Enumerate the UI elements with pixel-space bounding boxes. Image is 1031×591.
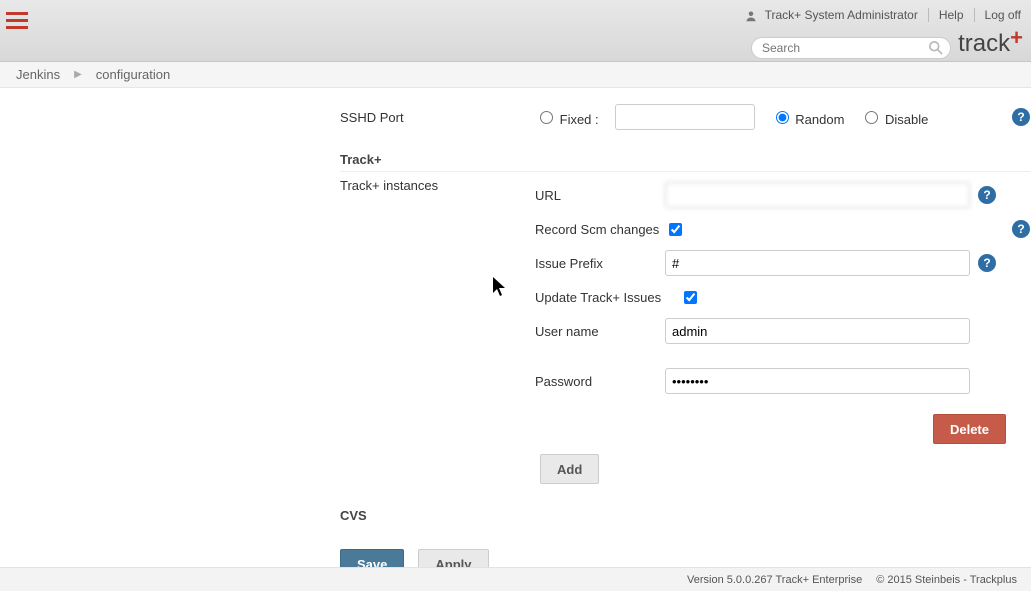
search-input[interactable] bbox=[751, 37, 951, 59]
url-input[interactable] bbox=[665, 182, 970, 208]
sshd-disable-option[interactable]: Disable bbox=[860, 108, 928, 127]
menu-button[interactable] bbox=[0, 0, 34, 42]
trackplus-instances-label: Track+ instances bbox=[340, 178, 535, 193]
content-area: SSHD Port Fixed : Random Disable ? Track… bbox=[0, 88, 1031, 567]
search-icon bbox=[929, 41, 943, 55]
issue-prefix-input[interactable] bbox=[665, 250, 970, 276]
sshd-fixed-port-input[interactable] bbox=[615, 104, 755, 130]
section-cvs: CVS bbox=[340, 508, 1030, 527]
chevron-right-icon: ▶ bbox=[74, 69, 82, 80]
search-wrap bbox=[751, 37, 951, 59]
footer: Version 5.0.0.267 Track+ Enterprise © 20… bbox=[0, 567, 1031, 591]
add-button[interactable]: Add bbox=[540, 454, 599, 484]
record-scm-label: Record Scm changes bbox=[535, 222, 665, 237]
help-link[interactable]: Help bbox=[939, 8, 964, 22]
apply-button[interactable]: Apply bbox=[418, 549, 488, 567]
footer-copyright: © 2015 Steinbeis - Trackplus bbox=[876, 574, 1017, 586]
hamburger-icon bbox=[6, 12, 28, 30]
update-issues-checkbox[interactable] bbox=[684, 291, 697, 304]
logo-plus-icon: + bbox=[1010, 25, 1023, 50]
password-input[interactable] bbox=[665, 368, 970, 394]
user-name-link[interactable]: Track+ System Administrator bbox=[765, 8, 918, 22]
sshd-fixed-option[interactable]: Fixed : bbox=[535, 108, 599, 127]
help-icon[interactable]: ? bbox=[978, 186, 996, 204]
footer-version: Version 5.0.0.267 Track+ Enterprise bbox=[687, 574, 862, 586]
delete-button[interactable]: Delete bbox=[933, 414, 1006, 444]
username-input[interactable] bbox=[665, 318, 970, 344]
logo-text: track bbox=[958, 30, 1010, 57]
logo: track+ bbox=[958, 30, 1023, 58]
issue-prefix-label: Issue Prefix bbox=[535, 256, 665, 271]
record-scm-checkbox[interactable] bbox=[669, 223, 682, 236]
username-label: User name bbox=[535, 324, 665, 339]
breadcrumb-configuration[interactable]: configuration bbox=[96, 67, 170, 82]
sshd-port-label: SSHD Port bbox=[340, 110, 535, 125]
help-icon[interactable]: ? bbox=[1012, 220, 1030, 238]
sshd-fixed-radio[interactable] bbox=[540, 111, 553, 124]
sshd-disable-radio[interactable] bbox=[865, 111, 878, 124]
separator bbox=[928, 8, 929, 22]
save-button[interactable]: Save bbox=[340, 549, 404, 567]
sshd-random-option[interactable]: Random bbox=[771, 108, 845, 127]
password-label: Password bbox=[535, 374, 665, 389]
user-icon bbox=[745, 10, 757, 22]
separator bbox=[974, 8, 975, 22]
sshd-random-radio[interactable] bbox=[776, 111, 789, 124]
top-bar: Track+ System Administrator Help Log off… bbox=[0, 0, 1031, 62]
breadcrumb: Jenkins ▶ configuration bbox=[0, 62, 1031, 88]
sshd-port-row: SSHD Port Fixed : Random Disable ? bbox=[340, 100, 1030, 134]
help-icon[interactable]: ? bbox=[1012, 108, 1030, 126]
section-trackplus: Track+ bbox=[340, 152, 1030, 172]
breadcrumb-jenkins[interactable]: Jenkins bbox=[16, 67, 60, 82]
help-icon[interactable]: ? bbox=[978, 254, 996, 272]
url-label: URL bbox=[535, 188, 665, 203]
logoff-link[interactable]: Log off bbox=[985, 8, 1021, 22]
update-issues-label: Update Track+ Issues bbox=[535, 290, 680, 305]
